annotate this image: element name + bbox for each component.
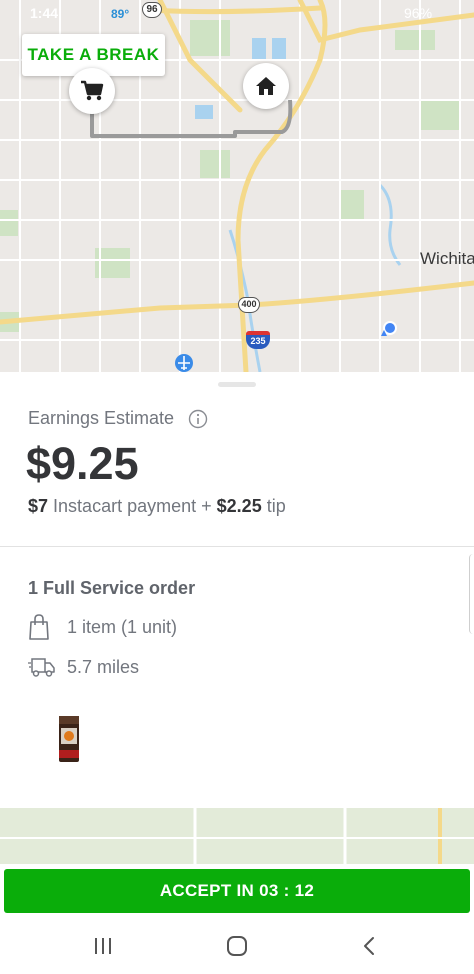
distance-text: 5.7 miles	[67, 656, 140, 677]
offer-sheet: Earnings Estimate $9.25 $7 Instacart pay…	[0, 372, 474, 808]
info-icon[interactable]	[188, 409, 208, 434]
home-button[interactable]	[222, 934, 252, 958]
payment-text: Instacart payment +	[53, 496, 212, 516]
item-count-text: 1 item (1 unit)	[67, 616, 178, 637]
shopping-bag-icon	[29, 614, 49, 640]
recent-apps-button[interactable]	[88, 934, 118, 958]
recent-apps-icon	[95, 938, 111, 954]
status-battery: 96%	[404, 5, 433, 21]
sheet-drag-handle[interactable]	[218, 382, 256, 387]
status-time: 1:44	[30, 5, 59, 21]
home-pin[interactable]	[243, 63, 289, 109]
route-400-shield: 400	[238, 297, 260, 313]
back-icon	[364, 937, 374, 955]
order-title: 1 Full Service order	[28, 578, 196, 598]
payment-amount: $7	[28, 496, 49, 516]
earnings-breakdown: $7 Instacart payment + $2.25 tip	[28, 496, 286, 517]
home-icon	[256, 77, 276, 95]
earnings-amount: $9.25	[26, 438, 139, 489]
accept-batch-button[interactable]: ACCEPT IN 03 : 12	[4, 869, 470, 913]
system-nav-bar	[0, 918, 474, 974]
item-count-row: 1 item (1 unit)	[28, 614, 177, 640]
map-view[interactable]: 1:44 89° 96% 96 400 235 Wichita TAKE A B…	[0, 0, 474, 372]
cart-icon	[81, 80, 104, 101]
delivery-truck-icon	[28, 658, 55, 677]
status-bar: 1:44 89° 96%	[0, 0, 474, 30]
interstate-235-shield: 235	[246, 331, 270, 349]
route-96-shield: 96	[142, 2, 162, 18]
status-temperature: 89°	[111, 7, 130, 21]
tip-amount: $2.25	[216, 496, 262, 516]
product-thumbnail[interactable]	[57, 714, 81, 764]
scroll-indicator	[469, 554, 474, 634]
city-label: Wichita	[420, 249, 474, 268]
home-nav-icon	[227, 936, 247, 956]
map-strip-background	[0, 808, 474, 864]
distance-row: 5.7 miles	[28, 656, 139, 678]
store-pin[interactable]	[69, 68, 115, 114]
back-button[interactable]	[354, 934, 384, 958]
tip-text: tip	[266, 496, 286, 516]
section-divider	[0, 546, 474, 547]
earnings-estimate-label: Earnings Estimate	[28, 408, 175, 428]
